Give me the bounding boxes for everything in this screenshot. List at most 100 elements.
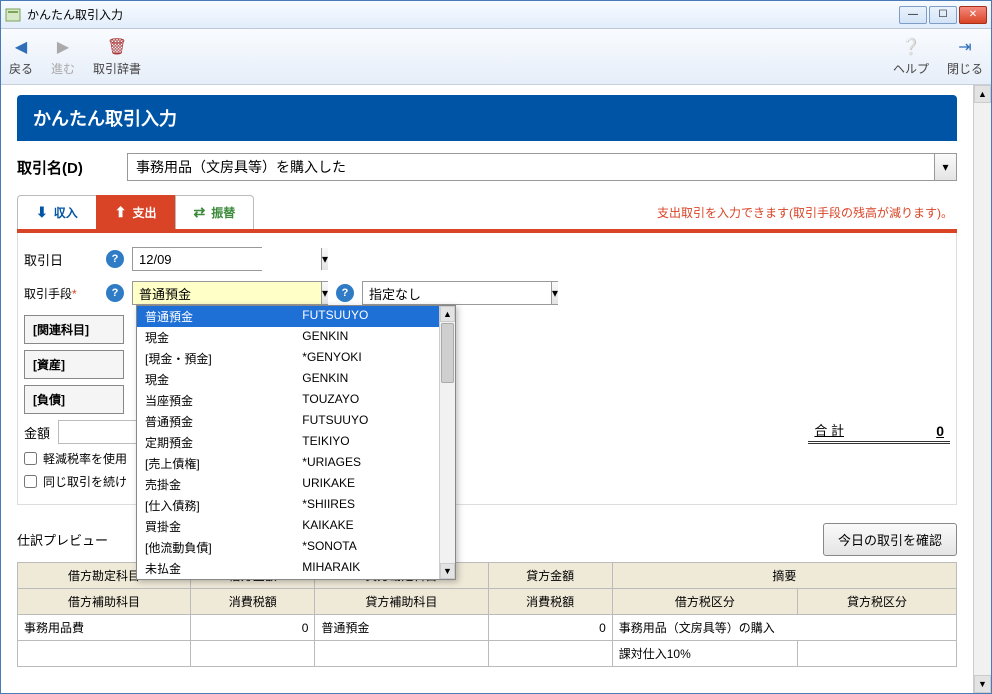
transaction-name-combo[interactable]: ▾ [127, 153, 957, 181]
th-credit-tax: 消費税額 [488, 589, 612, 615]
dropdown-item[interactable]: 買掛金KAIKAKE [137, 516, 439, 537]
date-input[interactable] [133, 248, 321, 270]
method-caret[interactable]: ▾ [321, 282, 328, 304]
help-method2-icon[interactable]: ? [336, 284, 354, 302]
related-accounts-button[interactable]: [関連科目] [24, 315, 124, 344]
dropdown-item[interactable]: [他流動負債]*SONOTA [137, 537, 439, 558]
main-scrollbar[interactable]: ▲ ▼ [973, 85, 991, 693]
dropdown-scrollbar[interactable]: ▲ ▼ [439, 306, 455, 579]
reduced-tax-label: 軽減税率を使用 [43, 450, 127, 467]
date-label: 取引日 [24, 250, 98, 269]
tab-transfer-label: 振替 [211, 204, 235, 221]
close-icon: ⇥ [954, 36, 976, 58]
th-debit-taxclass: 借方税区分 [612, 589, 797, 615]
assets-button[interactable]: [資産] [24, 350, 124, 379]
minimize-button[interactable]: — [899, 6, 927, 24]
help-button[interactable]: ❔ ヘルプ [893, 36, 929, 77]
dropdown-item[interactable]: [現金・預金]*GENYOKI [137, 348, 439, 369]
th-debit-sub: 借方補助科目 [18, 589, 191, 615]
back-button[interactable]: ◀ 戻る [9, 36, 33, 77]
dropdown-item[interactable]: [仕入債務]*SHIIRES [137, 495, 439, 516]
dictionary-icon: 🗑 [106, 36, 128, 58]
cell-desc: 事務用品（文房具等）の購入 [612, 615, 956, 641]
preview-label: 仕訳プレビュー [17, 530, 108, 549]
cell-debit-sub [18, 641, 191, 667]
tab-transfer[interactable]: ⇄振替 [175, 195, 255, 229]
back-icon: ◀ [10, 36, 32, 58]
dropdown-item[interactable]: 現金GENKIN [137, 369, 439, 390]
tab-expense-label: 支出 [132, 204, 156, 221]
scroll-down-icon[interactable]: ▼ [440, 563, 455, 579]
scroll-thumb[interactable] [441, 323, 454, 383]
help-date-icon[interactable]: ? [106, 250, 124, 268]
dropdown-item[interactable]: 定期預金TEIKIYO [137, 432, 439, 453]
main-scroll-down-icon[interactable]: ▼ [974, 675, 991, 693]
main-scroll-up-icon[interactable]: ▲ [974, 85, 991, 103]
dropdown-item[interactable]: 未払金MIHARAIK [137, 558, 439, 579]
date-input-wrap[interactable]: ▾ [132, 247, 262, 271]
method-dropdown[interactable]: 普通預金FUTSUUYO現金GENKIN[現金・預金]*GENYOKI現金GEN… [136, 305, 456, 580]
method-second-input[interactable] [363, 282, 551, 304]
method-second-select[interactable]: ▾ [362, 281, 558, 305]
back-label: 戻る [9, 60, 33, 77]
method-select[interactable]: ▾ [132, 281, 328, 305]
page-title: かんたん取引入力 [17, 95, 957, 141]
cell-credit-tax [488, 641, 612, 667]
forward-label: 進む [51, 60, 75, 77]
reduced-tax-checkbox[interactable] [24, 452, 37, 465]
cell-credit-taxclass [797, 641, 956, 667]
income-icon: ⬇ [36, 204, 48, 221]
cell-debit-taxclass: 課対仕入10% [612, 641, 797, 667]
app-icon [5, 7, 21, 23]
forward-button[interactable]: ▶ 進む [51, 36, 75, 77]
th-credit-taxclass: 貸方税区分 [797, 589, 956, 615]
dropdown-item[interactable]: [売上債権]*URIAGES [137, 453, 439, 474]
date-caret[interactable]: ▾ [321, 248, 328, 270]
help-label: ヘルプ [893, 60, 929, 77]
cell-debit-amount: 0 [191, 615, 315, 641]
window-close-button[interactable]: ✕ [959, 6, 987, 24]
dropdown-item[interactable]: 現金GENKIN [137, 327, 439, 348]
help-icon: ❔ [900, 36, 922, 58]
total-label: 合 計 [814, 420, 844, 439]
table-row[interactable]: 課対仕入10% [18, 641, 957, 667]
dropdown-item[interactable]: 普通預金FUTSUUYO [137, 306, 439, 327]
titlebar: かんたん取引入力 — ☐ ✕ [1, 1, 991, 29]
cell-debit-account: 事務用品費 [18, 615, 191, 641]
repeat-checkbox[interactable] [24, 475, 37, 488]
total-value: 0 [884, 423, 944, 439]
tab-income[interactable]: ⬇収入 [17, 195, 97, 229]
cell-credit-sub [315, 641, 488, 667]
transaction-name-label: 取引名(D) [17, 157, 117, 178]
th-credit-amount: 貸方金額 [488, 563, 612, 589]
tab-hint: 支出取引を入力できます(取引手段の残高が減ります)。 [253, 204, 957, 221]
th-desc: 摘要 [612, 563, 956, 589]
confirm-today-button[interactable]: 今日の取引を確認 [823, 523, 957, 556]
forward-icon: ▶ [52, 36, 74, 58]
tab-expense[interactable]: ⬆支出 [96, 195, 176, 229]
table-row[interactable]: 事務用品費 0 普通預金 0 事務用品（文房具等）の購入 [18, 615, 957, 641]
transaction-name-input[interactable] [128, 154, 934, 180]
liabilities-button[interactable]: [負債] [24, 385, 124, 414]
cell-credit-amount: 0 [488, 615, 612, 641]
dropdown-item[interactable]: 当座預金TOUZAYO [137, 390, 439, 411]
th-credit-sub: 貸方補助科目 [315, 589, 488, 615]
toolbar: ◀ 戻る ▶ 進む 🗑 取引辞書 ❔ ヘルプ ⇥ 閉じる [1, 29, 991, 85]
amount-label: 金額 [24, 423, 50, 442]
help-method-icon[interactable]: ? [106, 284, 124, 302]
dropdown-item[interactable]: 売掛金URIKAKE [137, 474, 439, 495]
method-label: 取引手段* [24, 285, 98, 302]
th-debit-tax: 消費税額 [191, 589, 315, 615]
method-input[interactable] [133, 282, 321, 304]
maximize-button[interactable]: ☐ [929, 6, 957, 24]
dictionary-button[interactable]: 🗑 取引辞書 [93, 36, 141, 77]
scroll-up-icon[interactable]: ▲ [440, 306, 455, 322]
app-close-button[interactable]: ⇥ 閉じる [947, 36, 983, 77]
method-second-caret[interactable]: ▾ [551, 282, 558, 304]
dropdown-item[interactable]: 普通預金FUTSUUYO [137, 411, 439, 432]
cell-credit-account: 普通預金 [315, 615, 488, 641]
total-box: 合 計 0 [808, 420, 950, 444]
transaction-name-caret[interactable]: ▾ [934, 154, 956, 180]
repeat-label: 同じ取引を続け [43, 473, 127, 490]
window-title: かんたん取引入力 [27, 6, 899, 23]
